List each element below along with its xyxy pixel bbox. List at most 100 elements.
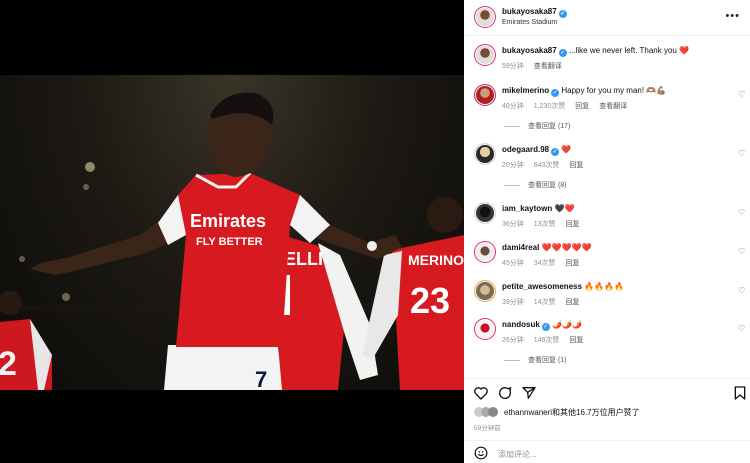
comment-like-count[interactable]: 1,230次赞 <box>534 103 566 110</box>
reply-button[interactable]: 回复 <box>569 162 583 169</box>
view-replies-link[interactable]: 查看回复 (17) <box>504 121 570 131</box>
comment-time[interactable]: 39分钟 <box>502 299 524 306</box>
caption-avatar[interactable] <box>474 44 496 66</box>
reply-button[interactable]: 回复 <box>566 221 580 228</box>
view-replies-link[interactable]: 查看回复 (1) <box>504 355 567 365</box>
comment-line: dami4real ❤️❤️❤️❤️❤️ <box>502 243 591 252</box>
save-bookmark-icon[interactable] <box>732 385 748 401</box>
post-header: bukayosaka87 ✓ Emirates Stadium ••• <box>464 0 750 36</box>
mid-player-name: ELLI <box>284 249 323 269</box>
comment-time[interactable]: 36分钟 <box>502 221 524 228</box>
comment-username[interactable]: mikelmerino <box>502 86 549 95</box>
comment-like-count[interactable]: 14次赞 <box>534 299 556 306</box>
liker-avatar <box>488 407 498 417</box>
comment-like-count[interactable]: 34次赞 <box>534 260 556 267</box>
like-comment-heart-icon[interactable]: ♡ <box>738 90 746 99</box>
main-player-number: 7 <box>255 367 267 390</box>
add-comment-bar: 添加评论... <box>464 440 750 463</box>
comment-like-count[interactable]: 13次赞 <box>534 221 556 228</box>
comment-avatar[interactable] <box>474 84 496 106</box>
emoji-smiley-icon[interactable] <box>474 446 488 460</box>
comment-time[interactable]: 45分钟 <box>502 260 524 267</box>
caption-time[interactable]: 59分钟 <box>502 63 524 70</box>
comment-time[interactable]: 26分钟 <box>502 337 524 344</box>
comment-username[interactable]: odegaard.98 <box>502 145 549 154</box>
comment-item: iam_kaytown 🖤❤️ 36分钟 13次赞 回复 ♡ <box>464 202 750 232</box>
translate-link[interactable]: 查看翻译 <box>599 103 627 110</box>
comment-username[interactable]: iam_kaytown <box>502 204 552 213</box>
comment-avatar[interactable] <box>474 241 496 263</box>
comment-emoji: 🔥🔥🔥🔥 <box>584 282 625 291</box>
comment-username[interactable]: dami4real <box>502 243 539 252</box>
comment-username[interactable]: petite_awesomeness <box>502 282 582 291</box>
comment-meta: 26分钟 148次赞 回复 <box>502 335 591 345</box>
comment-like-count[interactable]: 148次赞 <box>534 337 560 344</box>
post-photo: 2 ELLI MERINO 23 7 Emirates FLY BETTER <box>0 75 464 390</box>
comment-line: petite_awesomeness 🔥🔥🔥🔥 <box>502 282 624 291</box>
post-side-panel: bukayosaka87 ✓ Emirates Stadium ••• bukay… <box>464 0 750 463</box>
like-heart-icon[interactable] <box>473 385 489 401</box>
comment-line: mikelmerino ✓ Happy for you my man! 🫶🏽💪🏽 <box>502 86 666 97</box>
comment-avatar[interactable] <box>474 143 496 165</box>
reply-button[interactable]: 回复 <box>566 299 580 306</box>
caption-translate-link[interactable]: 查看翻译 <box>534 63 562 70</box>
comment-line: odegaard.98 ✓ ❤️ <box>502 145 571 156</box>
caption-emoji: ❤️ <box>679 46 690 55</box>
like-comment-heart-icon[interactable]: ♡ <box>738 149 746 158</box>
comment-emoji: 🖤❤️ <box>554 204 575 213</box>
caption-text: ...like we never left. Thank you <box>568 46 677 55</box>
verified-badge-icon: ✓ <box>558 10 567 18</box>
reply-button[interactable]: 回复 <box>566 260 580 267</box>
like-comment-heart-icon[interactable]: ♡ <box>738 208 746 217</box>
main-player: 7 Emirates FLY BETTER <box>30 92 402 390</box>
media-area: 2 ELLI MERINO 23 7 Emirates FLY BETTER <box>0 0 464 463</box>
reply-button[interactable]: 回复 <box>569 337 583 344</box>
comment-text: Happy for you my man! <box>561 86 645 95</box>
comment-avatar[interactable] <box>474 318 496 340</box>
comment-item: mikelmerino ✓ Happy for you my man! 🫶🏽💪🏽 … <box>464 84 750 134</box>
author-avatar[interactable] <box>474 6 496 28</box>
post-time[interactable]: 59分钟前 <box>474 422 501 432</box>
comment-emoji: ❤️❤️❤️❤️❤️ <box>541 243 592 252</box>
post-location[interactable]: Emirates Stadium <box>502 19 557 26</box>
add-comment-input[interactable]: 添加评论... <box>498 449 537 460</box>
view-replies-link[interactable]: 查看回复 (8) <box>504 180 567 190</box>
comment-meta: 40分钟 1,230次赞 回复 查看翻译 <box>502 101 635 111</box>
more-icon[interactable]: ••• <box>725 10 740 22</box>
comment-emoji: 🫶🏽💪🏽 <box>646 86 667 95</box>
comment-meta: 45分钟 34次赞 回复 <box>502 258 588 268</box>
comment-bubble-icon[interactable] <box>497 385 513 401</box>
caption-meta: 59分钟 查看翻译 <box>502 61 570 71</box>
comment-item: dami4real ❤️❤️❤️❤️❤️ 45分钟 34次赞 回复 ♡ <box>464 241 750 271</box>
author-username-text[interactable]: bukayosaka87 <box>502 7 557 16</box>
comment-avatar[interactable] <box>474 280 496 302</box>
verified-badge-icon: ✓ <box>541 323 550 331</box>
liked-by-summary[interactable]: ethannwaneri和其他16.7万位用户赞了 <box>474 407 640 418</box>
comment-time[interactable]: 40分钟 <box>502 103 524 110</box>
verified-badge-icon: ✓ <box>551 89 560 97</box>
liked-by-text[interactable]: ethannwaneri和其他16.7万位用户赞了 <box>504 408 640 417</box>
caption: bukayosaka87 ✓ ...like we never left. Tha… <box>464 44 750 74</box>
comment-like-count[interactable]: 643次赞 <box>534 162 560 169</box>
shirt-sponsor-line1: Emirates <box>190 211 266 231</box>
comment-emoji: 🌶️🌶️🌶️ <box>552 320 582 329</box>
reply-button[interactable]: 回复 <box>575 103 589 110</box>
post-action-bar <box>464 378 750 406</box>
left-player-number: 2 <box>0 345 17 383</box>
author-username[interactable]: bukayosaka87 ✓ <box>502 7 567 18</box>
like-comment-heart-icon[interactable]: ♡ <box>738 286 746 295</box>
verified-badge-icon: ✓ <box>558 49 567 57</box>
comment-avatar[interactable] <box>474 202 496 224</box>
comment-username[interactable]: nandosuk <box>502 320 540 329</box>
middle-player: ELLI <box>278 235 378 390</box>
share-send-icon[interactable] <box>521 385 537 401</box>
comment-time[interactable]: 20分钟 <box>502 162 524 169</box>
comment-item: petite_awesomeness 🔥🔥🔥🔥 39分钟 14次赞 回复 ♡ <box>464 280 750 310</box>
like-comment-heart-icon[interactable]: ♡ <box>738 324 746 333</box>
shirt-sponsor-line2: FLY BETTER <box>196 236 263 248</box>
comment-emoji: ❤️ <box>561 145 572 154</box>
comment-line: nandosuk ✓ 🌶️🌶️🌶️ <box>502 320 582 331</box>
like-comment-heart-icon[interactable]: ♡ <box>738 247 746 256</box>
caption-line: bukayosaka87 ✓ ...like we never left. Tha… <box>502 46 689 57</box>
caption-username[interactable]: bukayosaka87 <box>502 46 557 55</box>
